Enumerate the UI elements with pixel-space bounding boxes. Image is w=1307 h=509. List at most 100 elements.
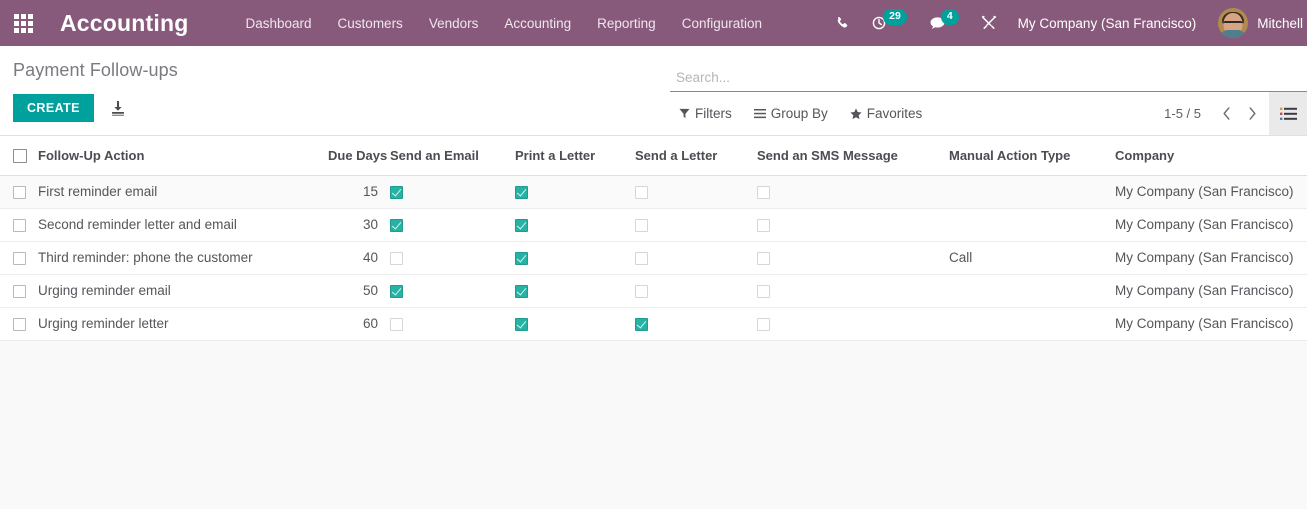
header-select-all	[0, 136, 38, 176]
send-sms-checkbox[interactable]	[757, 251, 770, 265]
menu-item-vendors[interactable]: Vendors	[416, 0, 492, 46]
send-letter-checkbox[interactable]	[635, 185, 648, 199]
table-body: First reminder email 15 My Company (San …	[0, 175, 1307, 341]
print-letter-checkbox[interactable]	[515, 218, 528, 232]
cell-print-a-letter	[515, 208, 635, 242]
messages-count-badge: 4	[940, 9, 959, 25]
cell-company: My Company (San Francisco)	[1115, 175, 1307, 209]
main-menu: Dashboard Customers Vendors Accounting R…	[233, 0, 776, 46]
send-sms-checkbox[interactable]	[757, 284, 770, 298]
cell-print-a-letter	[515, 274, 635, 308]
send-email-checkbox[interactable]	[390, 218, 403, 232]
pager-next-button[interactable]	[1239, 101, 1265, 127]
row-checkbox[interactable]	[13, 251, 26, 265]
wrench-tools-icon[interactable]	[970, 0, 1008, 46]
row-checkbox[interactable]	[13, 218, 26, 232]
cell-follow-up-action: Third reminder: phone the customer	[38, 241, 328, 275]
cell-company: My Company (San Francisco)	[1115, 208, 1307, 242]
header-send-an-sms-message[interactable]: Send an SMS Message	[757, 136, 949, 176]
print-letter-checkbox[interactable]	[515, 317, 528, 331]
star-icon	[850, 107, 862, 120]
cell-manual-action-type	[949, 274, 1115, 308]
filter-funnel-icon	[679, 108, 690, 119]
table-row[interactable]: First reminder email 15 My Company (San …	[0, 175, 1307, 209]
header-manual-action-type[interactable]: Manual Action Type	[949, 136, 1115, 176]
cell-send-an-email	[390, 307, 515, 341]
cell-follow-up-action: Second reminder letter and email	[38, 208, 328, 242]
row-checkbox[interactable]	[13, 284, 26, 298]
favorites-dropdown[interactable]: Favorites	[850, 106, 923, 121]
row-select-cell	[0, 208, 38, 242]
cell-due-days: 40	[328, 241, 390, 275]
send-letter-checkbox[interactable]	[635, 317, 648, 331]
app-brand-title[interactable]: Accounting	[60, 10, 189, 37]
menu-item-customers[interactable]: Customers	[325, 0, 416, 46]
send-email-checkbox[interactable]	[390, 251, 403, 265]
username-label: Mitchell	[1257, 15, 1303, 31]
header-company[interactable]: Company	[1115, 136, 1307, 176]
menu-item-reporting[interactable]: Reporting	[584, 0, 669, 46]
cell-manual-action-type	[949, 208, 1115, 242]
cell-send-an-sms-message	[757, 274, 949, 308]
send-sms-checkbox[interactable]	[757, 185, 770, 199]
print-letter-checkbox[interactable]	[515, 251, 528, 265]
page-title: Payment Follow-ups	[13, 60, 178, 80]
apps-grid-icon[interactable]	[0, 0, 46, 46]
company-switcher[interactable]: My Company (San Francisco)	[1008, 16, 1207, 31]
cell-send-an-sms-message	[757, 208, 949, 242]
select-all-checkbox[interactable]	[13, 149, 27, 164]
table-row[interactable]: Urging reminder letter 60 My Company (Sa…	[0, 307, 1307, 341]
cell-follow-up-action: Urging reminder email	[38, 274, 328, 308]
cell-send-an-email	[390, 241, 515, 275]
row-select-cell	[0, 241, 38, 275]
send-letter-checkbox[interactable]	[635, 251, 648, 265]
create-button[interactable]: CREATE	[13, 94, 94, 122]
send-email-checkbox[interactable]	[390, 185, 403, 199]
activity-count-badge: 29	[883, 9, 907, 25]
cell-send-a-letter	[635, 241, 757, 275]
favorites-label: Favorites	[866, 106, 923, 121]
pager-previous-button[interactable]	[1213, 101, 1239, 127]
header-due-days[interactable]: Due Days	[328, 136, 390, 176]
send-email-checkbox[interactable]	[390, 284, 403, 298]
list-view-table: Follow-Up Action Due Days Send an Email …	[0, 136, 1307, 341]
action-buttons: CREATE	[0, 81, 660, 122]
messages-chat-icon[interactable]: 4	[918, 0, 970, 46]
filters-dropdown[interactable]: Filters	[679, 106, 732, 121]
import-download-icon[interactable]	[110, 100, 126, 117]
header-follow-up-action[interactable]: Follow-Up Action	[38, 136, 328, 176]
send-letter-checkbox[interactable]	[635, 284, 648, 298]
activity-clock-icon[interactable]: 29	[861, 0, 918, 46]
cell-send-a-letter	[635, 208, 757, 242]
app-root: Accounting Dashboard Customers Vendors A…	[0, 0, 1307, 509]
print-letter-checkbox[interactable]	[515, 284, 528, 298]
user-menu[interactable]: Mitchell	[1206, 0, 1307, 46]
header-send-an-email[interactable]: Send an Email	[390, 136, 515, 176]
cell-print-a-letter	[515, 307, 635, 341]
table-row[interactable]: Second reminder letter and email 30 My C…	[0, 208, 1307, 242]
search-input[interactable]	[670, 70, 1307, 91]
phone-icon[interactable]	[824, 0, 861, 46]
menu-item-accounting[interactable]: Accounting	[491, 0, 584, 46]
menu-item-configuration[interactable]: Configuration	[669, 0, 775, 46]
table-row[interactable]: Urging reminder email 50 My Company (San…	[0, 274, 1307, 308]
groupby-dropdown[interactable]: Group By	[753, 106, 828, 121]
send-sms-checkbox[interactable]	[757, 218, 770, 232]
cell-company: My Company (San Francisco)	[1115, 241, 1307, 275]
header-send-a-letter[interactable]: Send a Letter	[635, 136, 757, 176]
header-print-a-letter[interactable]: Print a Letter	[515, 136, 635, 176]
row-select-cell	[0, 175, 38, 209]
control-panel-right: Filters Group By	[670, 46, 1307, 135]
row-select-cell	[0, 274, 38, 308]
list-view-icon[interactable]	[1269, 92, 1307, 135]
table-row[interactable]: Third reminder: phone the customer 40 Ca…	[0, 241, 1307, 275]
print-letter-checkbox[interactable]	[515, 185, 528, 199]
cell-send-an-email	[390, 208, 515, 242]
filter-row: Filters Group By Favorites 1-5 / 5	[670, 92, 1307, 135]
send-letter-checkbox[interactable]	[635, 218, 648, 232]
row-checkbox[interactable]	[13, 185, 26, 199]
menu-item-dashboard[interactable]: Dashboard	[233, 0, 325, 46]
row-checkbox[interactable]	[13, 317, 26, 331]
send-sms-checkbox[interactable]	[757, 317, 770, 331]
send-email-checkbox[interactable]	[390, 317, 403, 331]
